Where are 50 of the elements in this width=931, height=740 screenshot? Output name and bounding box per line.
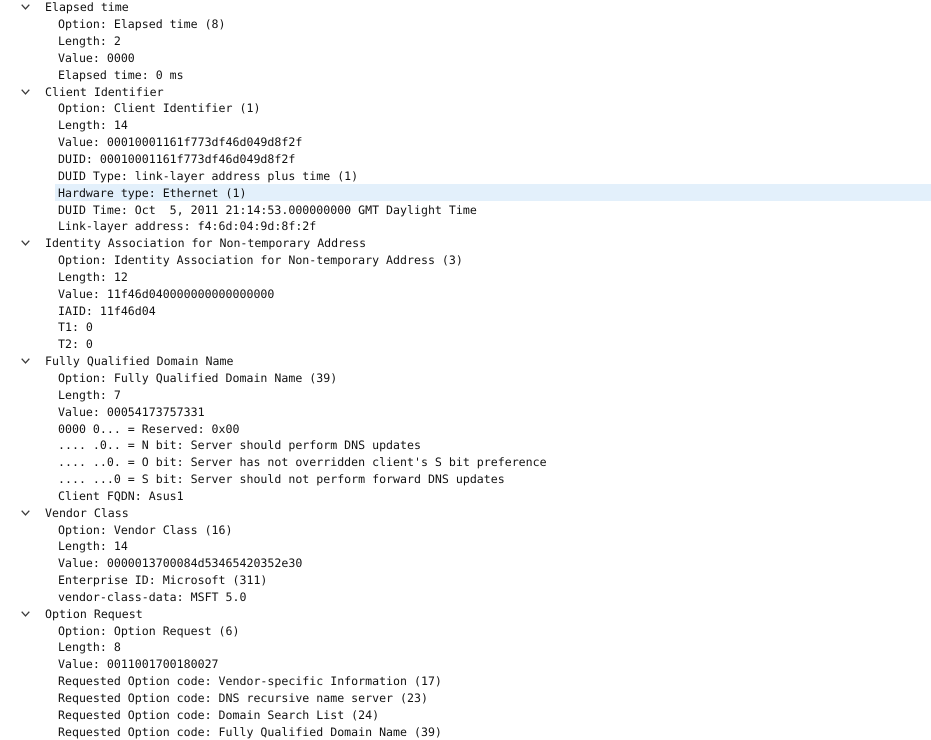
tree-item[interactable]: .... ..0. = O bit: Server has not overridden client's S bit preference [55, 454, 550, 471]
tree-item[interactable]: DUID Time: Oct 5, 2011 21:14:53.000000000 GMT Daylight Time [55, 201, 480, 218]
tree-item[interactable]: vendor-class-data: MSFT 5.0 [55, 588, 250, 606]
tree-item[interactable]: DUID: 00010001161f773df46d049d8f2f [55, 150, 298, 168]
tree-item[interactable]: Value: 0011001700180027 [55, 656, 222, 673]
tree-item[interactable]: Length: 14 [55, 116, 131, 134]
tree-item[interactable]: IAID: 11f46d04 [55, 302, 159, 320]
tree-item[interactable]: Option: Elapsed time (8) [55, 16, 229, 33]
tree-item[interactable]: .... .0.. = N bit: Server should perform DNS updates [55, 436, 424, 454]
tree-item[interactable]: Requested Option code: Domain Search List (24) [55, 706, 382, 724]
chevron-down-icon[interactable] [21, 4, 30, 10]
chevron-down-icon[interactable] [21, 240, 30, 246]
tree-item[interactable]: Client FQDN: Asus1 [55, 487, 187, 504]
tree-item[interactable]: Value: 0000 [55, 50, 138, 66]
tree-item[interactable]: Length: 12 [55, 268, 131, 286]
tree-item[interactable]: Vendor Class [18, 504, 132, 522]
tree-item[interactable]: Length: 8 [55, 639, 124, 656]
tree-item[interactable]: Requested Option code: Fully Qualified Domain Name (39) [55, 723, 445, 740]
tree-item[interactable]: Length: 14 [55, 538, 131, 555]
tree-item[interactable]: T2: 0 [55, 336, 96, 353]
tree-item[interactable]: Option Request [18, 605, 146, 622]
chevron-down-icon[interactable] [21, 88, 30, 95]
tree-item[interactable]: 0000 0... = Reserved: 0x00 [55, 420, 242, 437]
tree-item[interactable]: Length: 7 [55, 386, 124, 404]
tree-item[interactable]: Fully Qualified Domain Name [18, 352, 236, 370]
chevron-down-icon[interactable] [21, 510, 30, 516]
tree-item[interactable]: Link-layer address: f4:6d:04:9d:8f:2f [55, 218, 320, 235]
tree-item[interactable]: Requested Option code: Vendor-specific Information (17) [55, 672, 445, 690]
tree-item[interactable]: Client Identifier [18, 83, 167, 100]
chevron-down-icon[interactable] [21, 358, 30, 364]
tree-item[interactable]: Option: Client Identifier (1) [55, 100, 264, 117]
tree-item[interactable]: Length: 2 [55, 32, 124, 50]
tree-item[interactable]: Option: Fully Qualified Domain Name (39) [55, 370, 340, 386]
tree-item[interactable]: Value: 00054173757331 [55, 403, 208, 420]
tree-item[interactable]: Hardware type: Ethernet (1) [55, 184, 931, 202]
tree-item[interactable]: Requested Option code: DNS recursive name server (23) [55, 690, 431, 706]
tree-item[interactable]: Elapsed time [18, 0, 132, 16]
tree-item[interactable]: Value: 00010001161f773df46d049d8f2f [55, 134, 306, 151]
tree-item[interactable]: T1: 0 [55, 319, 96, 336]
chevron-down-icon[interactable] [21, 610, 30, 617]
tree-item[interactable]: .... ...0 = S bit: Server should not perform forward DNS updates [55, 470, 508, 488]
tree-item[interactable]: DUID Type: link-layer address plus time (1) [55, 167, 362, 184]
tree-item[interactable]: Value: 11f46d040000000000000000 [55, 285, 278, 302]
tree-item[interactable]: Option: Vendor Class (16) [55, 521, 236, 538]
tree-item[interactable]: Value: 0000013700084d53465420352e30 [55, 554, 306, 572]
tree-item[interactable]: Elapsed time: 0 ms [55, 66, 187, 84]
tree-item[interactable]: Identity Association for Non-temporary Address [18, 234, 370, 252]
tree-item[interactable]: Option: Option Request (6) [55, 622, 242, 640]
tree-item[interactable]: Enterprise ID: Microsoft (311) [55, 572, 270, 589]
tree-item[interactable]: Option: Identity Association for Non-temporary Address (3) [55, 252, 466, 268]
